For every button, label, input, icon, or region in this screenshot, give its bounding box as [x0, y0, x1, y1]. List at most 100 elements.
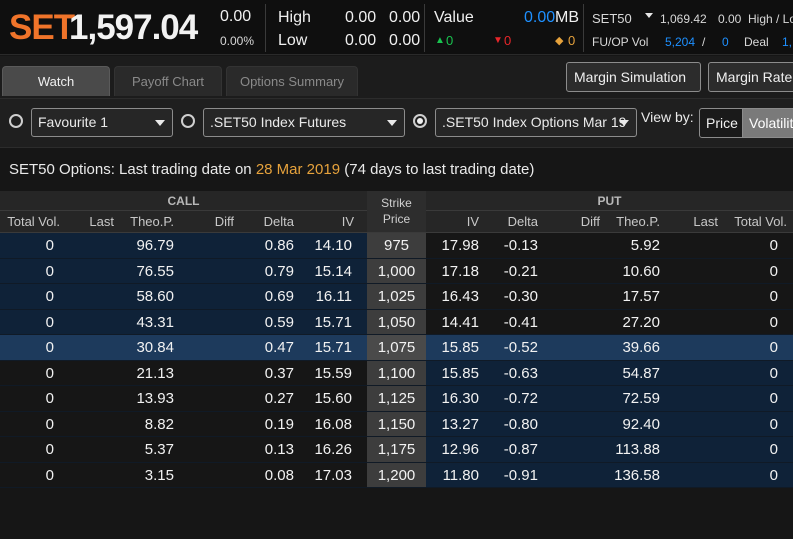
col-header[interactable]: Theo.P. [600, 211, 660, 233]
put-side[interactable]: 17.18 -0.21 10.60 0 [426, 259, 793, 285]
table-row[interactable]: 0 5.37 0.13 16.26 1,175 12.96 -0.87 113.88 0 [0, 437, 793, 463]
put-side[interactable]: 11.80 -0.91 136.58 0 [426, 462, 793, 489]
put-iv-cell: 17.98 [441, 237, 479, 254]
table-row[interactable]: 0 21.13 0.37 15.59 1,100 15.85 -0.63 54.87 0 [0, 360, 793, 387]
put-side[interactable]: 17.98 -0.13 5.92 0 [426, 233, 793, 259]
margin-simulation-button[interactable]: Margin Simulation [566, 62, 701, 92]
col-header[interactable]: Delta [234, 211, 294, 233]
arrow-down-icon: ▼ [493, 35, 503, 46]
call-total-vol-cell: 0 [45, 364, 54, 382]
call-diff-cell [174, 310, 234, 336]
call-last-cell [60, 284, 114, 310]
put-diff-cell [538, 233, 600, 259]
put-side[interactable]: 14.41 -0.41 27.20 0 [426, 310, 793, 336]
futures-radio[interactable] [181, 114, 195, 128]
call-last-cell [60, 386, 114, 412]
favourite-radio[interactable] [9, 114, 23, 128]
call-iv-cell: 15.71 [314, 339, 352, 356]
put-side[interactable]: 16.43 -0.30 17.57 0 [426, 284, 793, 310]
call-iv-cell: 16.11 [315, 288, 352, 305]
margin-rate-button[interactable]: Margin Rate [708, 62, 793, 92]
view-volatility-toggle[interactable]: Volatility [742, 108, 793, 138]
col-header[interactable]: IV [294, 211, 354, 233]
call-iv-cell: 15.60 [314, 390, 352, 407]
call-last-cell [60, 361, 114, 387]
options-select-value: .SET50 Index Options Mar 19 [442, 114, 627, 130]
put-delta-cell: -0.30 [503, 288, 538, 305]
col-header[interactable]: Last [660, 211, 718, 233]
put-side[interactable]: 15.85 -0.63 54.87 0 [426, 360, 793, 386]
put-theo-price-cell: 54.87 [622, 364, 660, 382]
call-side[interactable]: 0 21.13 0.37 15.59 [0, 361, 367, 387]
call-diff-cell [174, 361, 234, 387]
options-radio[interactable] [413, 114, 427, 128]
put-side[interactable]: 13.27 -0.80 92.40 0 [426, 411, 793, 438]
call-iv-cell: 17.03 [314, 466, 352, 484]
table-row[interactable]: 0 43.31 0.59 15.71 1,050 14.41 -0.41 27.20 0 [0, 309, 793, 336]
call-side[interactable]: 0 8.82 0.19 16.08 [0, 412, 367, 438]
call-side[interactable]: 0 30.84 0.47 15.71 [0, 335, 367, 361]
col-header[interactable]: Total Vol. [0, 211, 60, 233]
view-price-toggle[interactable]: Price [699, 108, 745, 138]
strike-price-cell: 1,150 [367, 411, 426, 437]
call-delta-cell: 0.37 [264, 364, 294, 382]
put-last-cell [660, 412, 718, 438]
tab-watch[interactable]: Watch [2, 66, 110, 96]
table-row[interactable]: 0 58.60 0.69 16.11 1,025 16.43 -0.30 17.57 0 [0, 284, 793, 310]
put-iv-cell: 13.27 [441, 415, 479, 433]
index-change: 0.00 [220, 8, 252, 25]
put-delta-cell: -0.72 [503, 390, 538, 407]
put-last-cell [660, 463, 718, 489]
col-header[interactable]: Total Vol. [718, 211, 787, 233]
options-select[interactable]: .SET50 Index Options Mar 19 [435, 108, 637, 137]
put-iv-cell: 15.85 [441, 339, 479, 356]
call-side[interactable]: 0 5.37 0.13 16.26 [0, 437, 367, 463]
table-row[interactable]: 0 30.84 0.47 15.71 1,075 15.85 -0.52 39.66 0 [0, 335, 793, 361]
call-side[interactable]: 0 3.15 0.08 17.03 [0, 463, 367, 489]
tab-options-summary[interactable]: Options Summary [226, 66, 358, 96]
table-row[interactable]: 0 96.79 0.86 14.10 975 17.98 -0.13 5.92 0 [0, 233, 793, 259]
col-header[interactable]: Last [60, 211, 114, 233]
table-row[interactable]: 0 3.15 0.08 17.03 1,200 11.80 -0.91 136.58 0 [0, 462, 793, 489]
put-theo-price-cell: 113.88 [615, 441, 660, 458]
table-row[interactable]: 0 8.82 0.19 16.08 1,150 13.27 -0.80 92.40 0 [0, 411, 793, 438]
put-side[interactable]: 12.96 -0.87 113.88 0 [426, 437, 793, 463]
favourite-select[interactable]: Favourite 1 [31, 108, 173, 137]
col-header[interactable]: Theo.P. [114, 211, 174, 233]
call-total-vol-cell: 0 [45, 262, 54, 280]
index-change-pct: 0.00% [220, 34, 255, 48]
col-header[interactable]: Delta [479, 211, 538, 233]
put-diff-cell [538, 284, 600, 310]
chevron-down-icon [387, 120, 397, 126]
put-side[interactable]: 16.30 -0.72 72.59 0 [426, 386, 793, 412]
call-theo-price-cell: 8.82 [144, 415, 174, 433]
table-row[interactable]: 0 13.93 0.27 15.60 1,125 16.30 -0.72 72.59 0 [0, 386, 793, 412]
table-row[interactable]: 0 76.55 0.79 15.14 1,000 17.18 -0.21 10.60 0 [0, 258, 793, 285]
call-theo-price-cell: 30.84 [136, 339, 174, 356]
col-header[interactable]: Diff [538, 211, 600, 233]
tab-payoff-chart[interactable]: Payoff Chart [114, 66, 222, 96]
call-diff-cell [174, 233, 234, 259]
put-theo-price-cell: 92.40 [622, 415, 660, 433]
call-side[interactable]: 0 58.60 0.69 16.11 [0, 284, 367, 310]
divider [265, 4, 266, 52]
unchanged-icon: ◆ [555, 35, 564, 47]
put-side[interactable]: 15.85 -0.52 39.66 0 [426, 335, 793, 361]
col-header[interactable]: Diff [174, 211, 234, 233]
call-delta-cell: 0.79 [264, 262, 294, 280]
dropdown-caret-icon[interactable] [645, 13, 653, 18]
put-diff-cell [538, 310, 600, 336]
call-last-cell [60, 437, 114, 463]
futures-select[interactable]: .SET50 Index Futures [203, 108, 405, 137]
put-theo-price-cell: 10.60 [622, 262, 660, 280]
call-side[interactable]: 0 76.55 0.79 15.14 [0, 258, 367, 284]
call-side[interactable]: 0 13.93 0.27 15.60 [0, 386, 367, 412]
put-last-cell [660, 259, 718, 285]
set50-label: SET50 [592, 11, 632, 26]
col-header[interactable]: IV [426, 211, 479, 233]
put-iv-cell: 14.41 [441, 313, 479, 331]
call-side[interactable]: 0 43.31 0.59 15.71 [0, 309, 367, 336]
strike-price-header: Strike Price [367, 191, 426, 233]
low-label: Low [278, 32, 308, 49]
call-side[interactable]: 0 96.79 0.86 14.10 [0, 233, 367, 259]
